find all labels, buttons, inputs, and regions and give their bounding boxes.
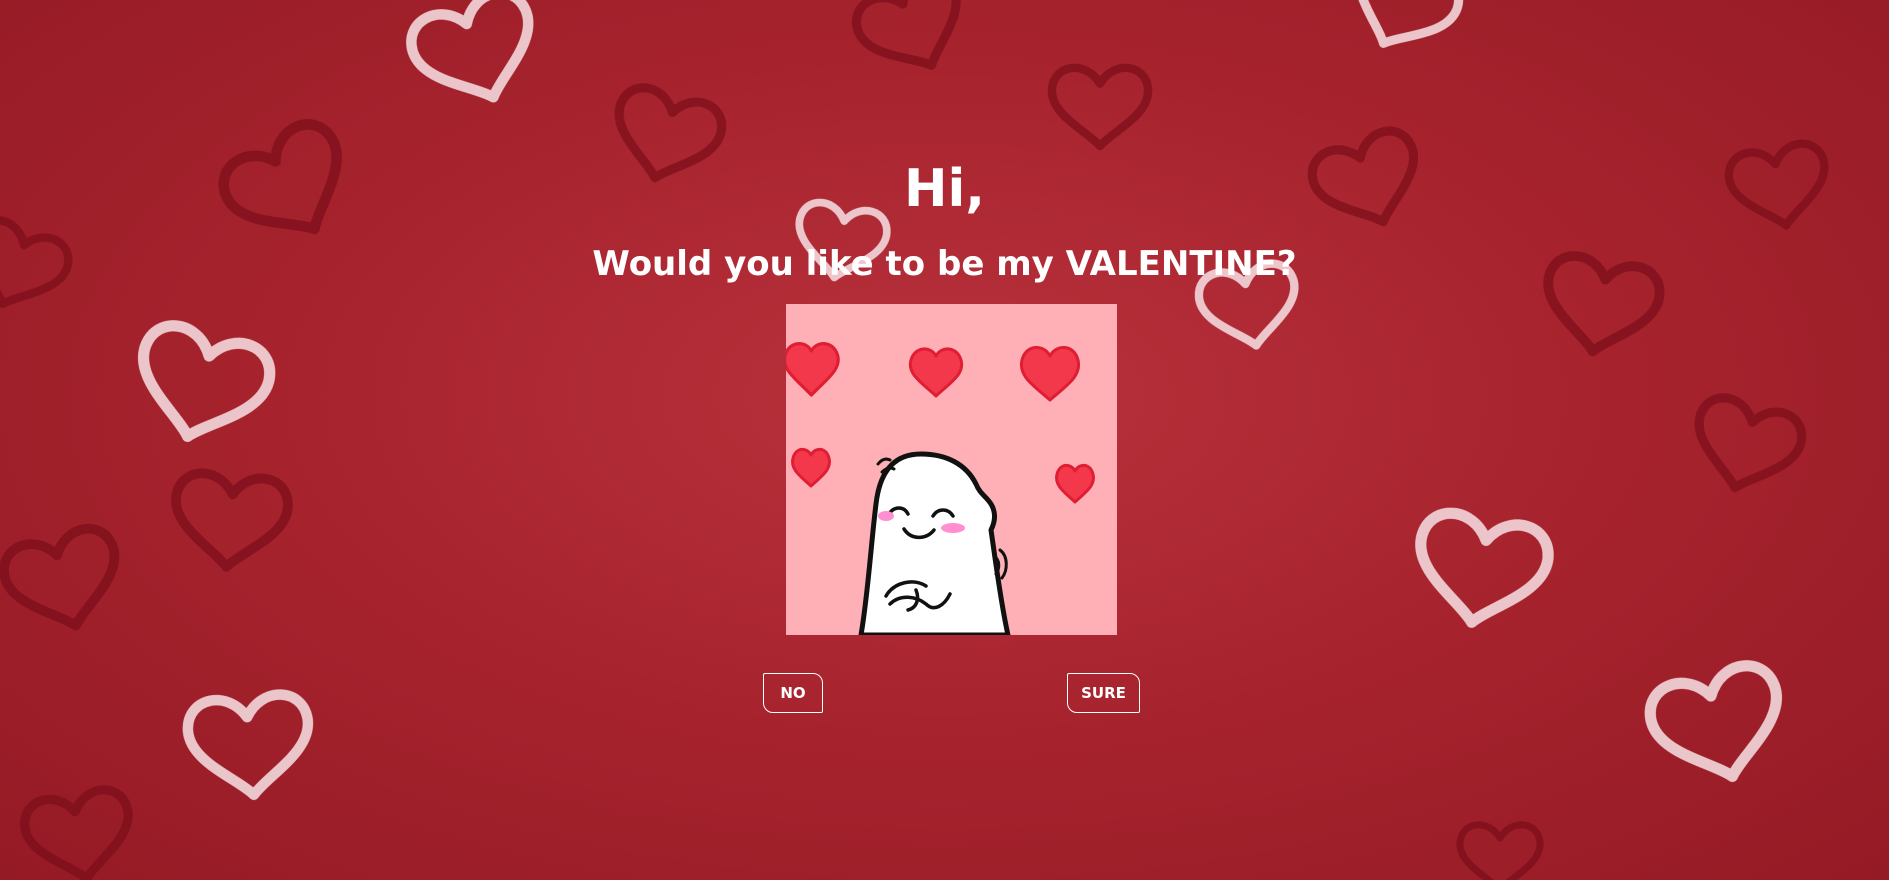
valentine-page: Hi, Would you like to be my VALENTINE? N… xyxy=(0,0,1889,880)
valentine-question: Would you like to be my VALENTINE? xyxy=(592,244,1297,284)
greeting-heading: Hi, xyxy=(903,159,986,219)
sure-button[interactable]: SURE xyxy=(1067,673,1140,713)
shy-ghost-sticker-image xyxy=(786,304,1117,635)
no-button[interactable]: NO xyxy=(763,673,823,713)
